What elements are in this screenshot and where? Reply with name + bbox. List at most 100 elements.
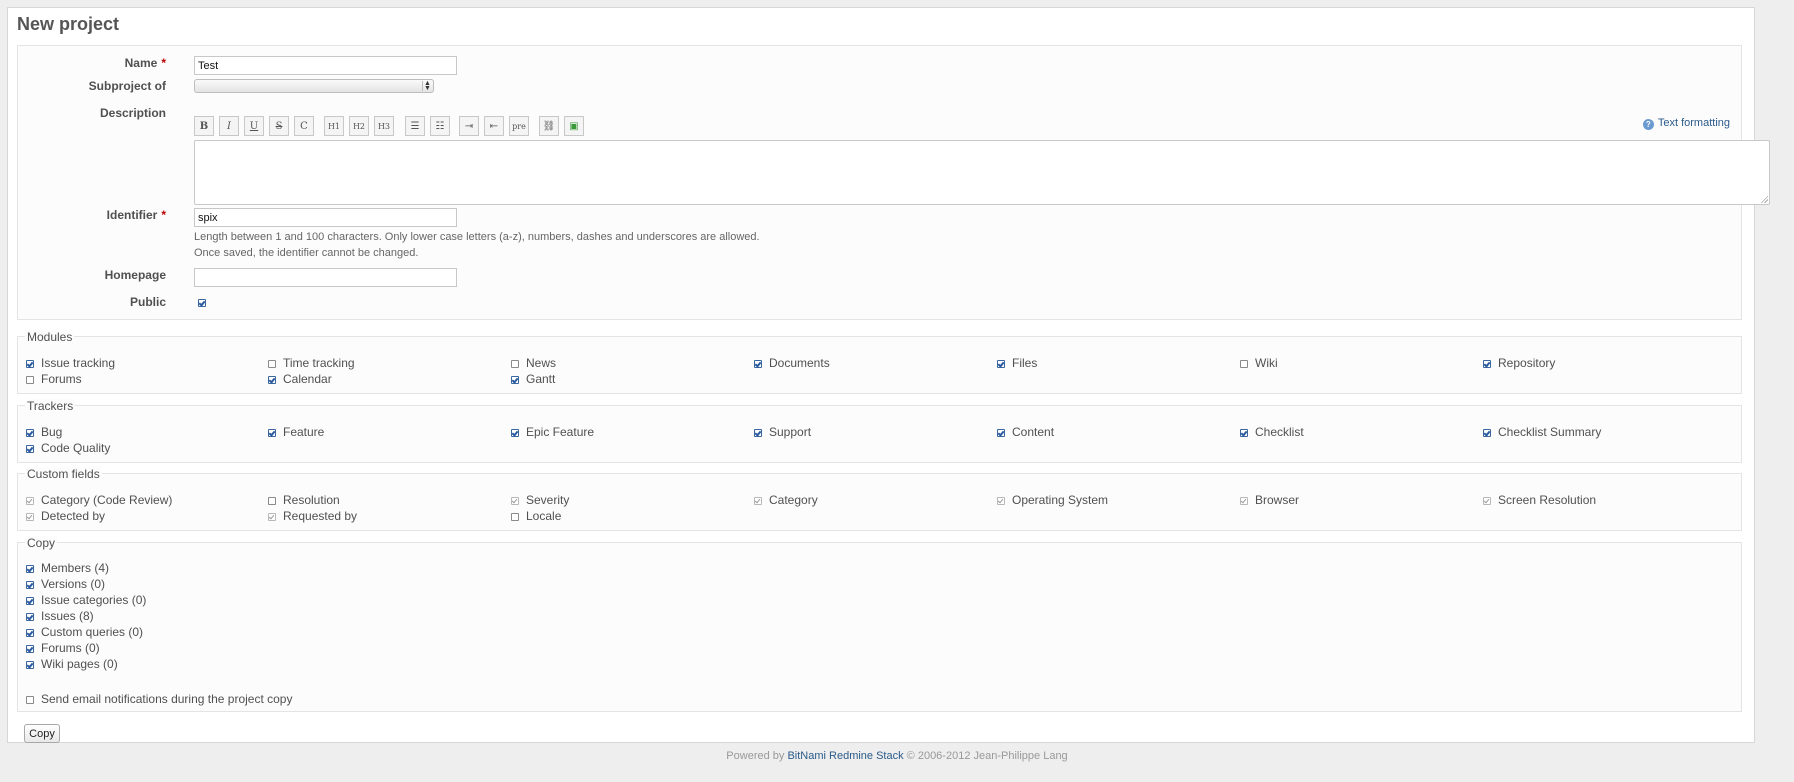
copy-item-label: Custom queries (0) bbox=[41, 625, 144, 639]
tracker-checkbox[interactable] bbox=[754, 429, 762, 437]
module-checkbox[interactable] bbox=[754, 360, 762, 368]
trackers-fieldset: Trackers Bug Feature Epic Feature Support Co… bbox=[17, 399, 1742, 463]
custom-field-checkbox bbox=[1483, 497, 1491, 505]
toolbar-i-button[interactable]: I bbox=[219, 116, 239, 136]
custom-field-checkbox bbox=[268, 513, 276, 521]
module-checkbox[interactable] bbox=[511, 376, 519, 384]
identifier-label: Identifier * bbox=[106, 208, 166, 222]
toolbar-c-button[interactable]: C bbox=[294, 116, 314, 136]
custom-field-checkbox[interactable] bbox=[511, 513, 519, 521]
tracker-checkbox[interactable] bbox=[268, 429, 276, 437]
module-checkbox[interactable] bbox=[1240, 360, 1248, 368]
module-label: Wiki bbox=[1255, 356, 1278, 370]
resize-handle-icon[interactable] bbox=[1760, 195, 1768, 203]
homepage-input[interactable] bbox=[194, 268, 457, 287]
name-input[interactable] bbox=[194, 56, 457, 75]
trackers-legend: Trackers bbox=[25, 399, 76, 413]
custom-field-checkbox[interactable] bbox=[268, 497, 276, 505]
toolbar-h3-button[interactable]: H3 bbox=[374, 116, 394, 136]
copy-item-label: Members (4) bbox=[41, 561, 110, 575]
footer: Powered by BitNami Redmine Stack © 2006-… bbox=[0, 750, 1794, 762]
required-mark: * bbox=[161, 56, 166, 70]
copy-item-checkbox[interactable] bbox=[26, 661, 34, 669]
ol-icon: ☷ bbox=[435, 120, 445, 132]
public-checkbox[interactable] bbox=[198, 299, 206, 307]
select-arrows-icon: ▲ ▼ bbox=[422, 80, 432, 92]
custom-field-label: Screen Resolution bbox=[1498, 493, 1597, 507]
toolbar-pre-button[interactable]: pre bbox=[509, 116, 529, 136]
copy-button[interactable]: Copy bbox=[24, 724, 60, 743]
footer-copyright: © 2006-2012 Jean-Philippe Lang bbox=[906, 750, 1068, 762]
module-label: Calendar bbox=[283, 372, 332, 386]
custom-field-checkbox bbox=[1240, 497, 1248, 505]
send-notifications-checkbox[interactable] bbox=[26, 696, 34, 704]
custom-field-checkbox bbox=[26, 497, 34, 505]
toolbar-s-button[interactable]: S bbox=[269, 116, 289, 136]
module-checkbox[interactable] bbox=[26, 376, 34, 384]
tracker-checkbox[interactable] bbox=[997, 429, 1005, 437]
tracker-checkbox[interactable] bbox=[1483, 429, 1491, 437]
module-label: Issue tracking bbox=[41, 356, 116, 370]
toolbar-u-button[interactable]: U bbox=[244, 116, 264, 136]
project-form-box: Name* Subproject of ▲▼ Description B I U S C… bbox=[17, 45, 1770, 320]
toolbar-ol-button[interactable]: ☷ bbox=[430, 116, 450, 136]
toolbar-indent-button[interactable]: ⇥ bbox=[459, 116, 479, 136]
module-checkbox[interactable] bbox=[1483, 360, 1491, 368]
toolbar-h2-button[interactable]: H2 bbox=[349, 116, 369, 136]
tracker-checkbox[interactable] bbox=[1240, 429, 1248, 437]
module-checkbox[interactable] bbox=[997, 360, 1005, 368]
toolbar-outdent-button[interactable]: ⇤ bbox=[484, 116, 504, 136]
modules-fieldset: Modules Issue tracking Time tracking News D… bbox=[17, 330, 1742, 394]
custom-field-label: Operating System bbox=[1012, 493, 1109, 507]
send-notifications-label: Send email notifications during the proj… bbox=[41, 692, 293, 706]
custom-field-checkbox bbox=[26, 513, 34, 521]
copy-item-checkbox[interactable] bbox=[26, 629, 34, 637]
ul-icon: ☰ bbox=[410, 120, 420, 132]
module-checkbox[interactable] bbox=[511, 360, 519, 368]
tracker-checkbox[interactable] bbox=[511, 429, 519, 437]
tracker-label: Content bbox=[1012, 425, 1055, 439]
toolbar-h1-button[interactable]: H1 bbox=[324, 116, 344, 136]
copy-item-label: Issues (8) bbox=[41, 609, 94, 623]
toolbar-image-button[interactable]: ▣ bbox=[564, 116, 584, 136]
subproject-label: Subproject of bbox=[88, 79, 166, 93]
custom-field-label: Requested by bbox=[283, 509, 358, 523]
copy-item-checkbox[interactable] bbox=[26, 581, 34, 589]
h1-icon: H1 bbox=[327, 121, 341, 131]
toolbar-ul-button[interactable]: ☰ bbox=[405, 116, 425, 136]
tracker-label: Support bbox=[769, 425, 812, 439]
module-checkbox[interactable] bbox=[26, 360, 34, 368]
copy-fieldset: Copy Members (4) Versions (0) Issue catego… bbox=[17, 536, 1742, 712]
module-checkbox[interactable] bbox=[268, 360, 276, 368]
copy-item-checkbox[interactable] bbox=[26, 565, 34, 573]
copy-item-checkbox[interactable] bbox=[26, 613, 34, 621]
name-label: Name * bbox=[124, 56, 166, 70]
tracker-checkbox[interactable] bbox=[26, 445, 34, 453]
toolbar-b-button[interactable]: B bbox=[194, 116, 214, 136]
content-area: New project Name* Subproject of ▲▼ Descr… bbox=[7, 7, 1770, 743]
bitnami-link[interactable]: BitNami Redmine Stack bbox=[787, 750, 903, 762]
custom-field-label: Category bbox=[769, 493, 818, 507]
description-textarea[interactable] bbox=[194, 140, 1770, 205]
custom-field-label: Detected by bbox=[41, 509, 106, 523]
identifier-input[interactable] bbox=[194, 208, 457, 227]
copy-item-checkbox[interactable] bbox=[26, 597, 34, 605]
module-label: Gantt bbox=[526, 372, 556, 386]
module-checkbox[interactable] bbox=[268, 376, 276, 384]
i-icon: I bbox=[227, 120, 231, 132]
tracker-label: Feature bbox=[283, 425, 325, 439]
subproject-select[interactable]: ▲ ▼ bbox=[194, 79, 434, 93]
tracker-label: Checklist bbox=[1255, 425, 1304, 439]
identifier-help-note: Once saved, the identifier cannot be cha… bbox=[194, 247, 419, 259]
module-label: Documents bbox=[769, 356, 830, 370]
copy-item-checkbox[interactable] bbox=[26, 645, 34, 653]
module-label: Time tracking bbox=[283, 356, 355, 370]
toolbar-link-button[interactable]: ⛓ bbox=[539, 116, 559, 136]
text-formatting-link[interactable]: ? Text formatting bbox=[1642, 117, 1730, 130]
modules-legend: Modules bbox=[25, 330, 75, 344]
tracker-label: Code Quality bbox=[41, 441, 111, 455]
tracker-checkbox[interactable] bbox=[26, 429, 34, 437]
public-label: Public bbox=[129, 295, 166, 309]
custom-field-label: Category (Code Review) bbox=[41, 493, 173, 507]
h2-icon: H2 bbox=[352, 121, 366, 131]
